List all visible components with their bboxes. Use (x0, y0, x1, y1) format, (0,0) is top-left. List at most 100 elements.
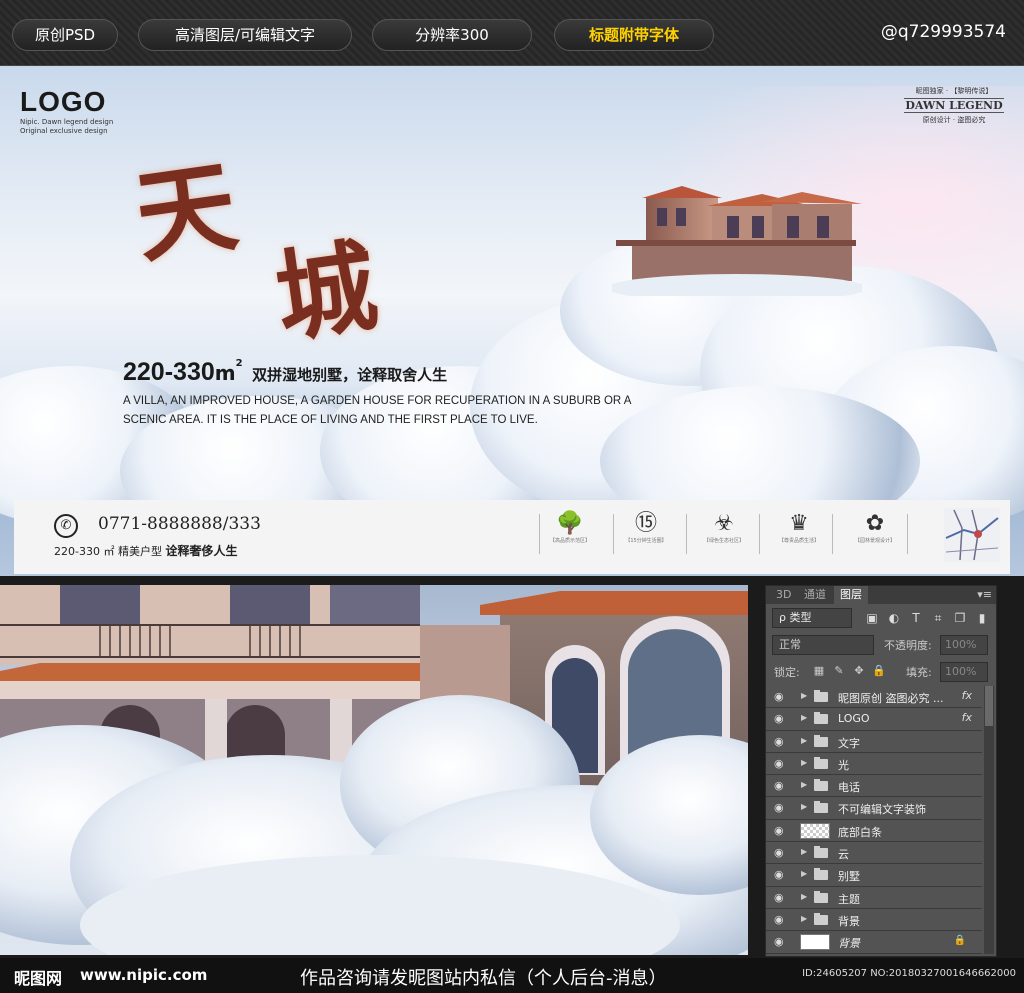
visibility-eye-icon[interactable]: ◉ (774, 801, 784, 814)
blend-mode-select[interactable]: 正常 (772, 635, 874, 655)
scrollbar-thumb[interactable] (985, 686, 993, 726)
opacity-field[interactable]: 100% (940, 635, 988, 655)
expand-arrow-icon[interactable]: ▶ (801, 758, 807, 767)
expand-arrow-icon[interactable]: ▶ (801, 892, 807, 901)
tab-3d[interactable]: 3D (770, 586, 797, 604)
shape-filter-icon[interactable]: ⌗ (930, 610, 946, 626)
visibility-eye-icon[interactable]: ◉ (774, 690, 784, 703)
layer-row[interactable]: ◉ ▶ LOGO fx (766, 708, 982, 731)
expand-arrow-icon[interactable]: ▶ (801, 914, 807, 923)
fill-label: 填充: (906, 666, 932, 679)
lock-all-icon[interactable]: 🔒 (872, 664, 886, 678)
lock-position-icon[interactable]: ✥ (852, 664, 866, 678)
layer-name: 不可编辑文字装饰 (838, 803, 926, 817)
flower-icon: ✿ (865, 511, 885, 536)
feature-item: ⑮ 【15分钟生活圈】 (617, 510, 675, 545)
folder-icon (814, 912, 828, 925)
layer-row[interactable]: ◉ ▶ 文字 (766, 730, 982, 753)
expand-arrow-icon[interactable]: ▶ (801, 847, 807, 856)
tag-hd-layers: 高清图层/可编辑文字 (138, 19, 352, 51)
layer-name: 背景 (838, 937, 860, 951)
layer-name: 底部白条 (838, 825, 882, 839)
feature-caption: 【15分钟生活圈】 (625, 538, 667, 544)
layer-row[interactable]: ◉ ▶ 光 (766, 752, 982, 776)
kind-filter-select[interactable]: ρ 类型 (772, 608, 852, 628)
folder-icon (814, 779, 828, 792)
layer-row[interactable]: ◉ ▶ 电话 (766, 775, 982, 798)
fx-icon[interactable]: fx (962, 689, 972, 702)
feature-item: ☣ 【绿色生态社区】 (695, 510, 753, 545)
type-filter-icon[interactable]: T (908, 610, 924, 626)
divider (613, 514, 614, 554)
smart-object-filter-icon[interactable]: ❐ (952, 610, 968, 626)
divider (907, 514, 908, 554)
folder-icon (814, 712, 828, 725)
layer-row[interactable]: ◉ 背景 🔒 (766, 931, 982, 954)
tree-icon: 🌳 (556, 511, 584, 536)
adjustment-filter-icon[interactable]: ◐ (886, 610, 902, 626)
biohazard-icon: ☣ (714, 511, 734, 536)
visibility-eye-icon[interactable]: ◉ (774, 824, 784, 837)
image-filter-icon[interactable]: ▣ (864, 610, 880, 626)
expand-arrow-icon[interactable]: ▶ (801, 780, 807, 789)
phone-subline: 220-330 ㎡ 精美户型 诠释奢侈人生 (54, 542, 237, 559)
filter-toggle-icon[interactable]: ▮ (974, 610, 990, 626)
layer-row[interactable]: ◉ 底部白条 (766, 819, 982, 843)
feature-item: ✿ 【园林景观设计】 (846, 510, 904, 545)
phone-sub-bold: 诠释奢侈人生 (165, 544, 238, 558)
layer-name: 云 (838, 848, 849, 862)
layer-name: 文字 (838, 736, 860, 750)
expand-arrow-icon[interactable]: ▶ (801, 736, 807, 745)
divider (539, 514, 540, 554)
layer-row[interactable]: ◉ ▶ 背景 (766, 908, 982, 932)
expand-arrow-icon[interactable]: ▶ (801, 802, 807, 811)
layers-scrollbar[interactable] (984, 686, 994, 954)
badge-main: DAWN LEGEND (904, 98, 1004, 113)
expand-arrow-icon[interactable]: ▶ (801, 713, 807, 722)
visibility-eye-icon[interactable]: ◉ (774, 913, 784, 926)
visibility-eye-icon[interactable]: ◉ (774, 891, 784, 904)
layer-name: 电话 (838, 781, 860, 795)
area-description: 双拼湿地别墅，诠释取舍人生 (252, 366, 448, 384)
expand-arrow-icon[interactable]: ▶ (801, 869, 807, 878)
layer-row[interactable]: ◉ ▶ 不可编辑文字装饰 (766, 797, 982, 820)
lock-label: 锁定: (774, 666, 800, 679)
visibility-eye-icon[interactable]: ◉ (774, 757, 784, 770)
lock-transparent-icon[interactable]: ▦ (812, 664, 826, 678)
visibility-eye-icon[interactable]: ◉ (774, 779, 784, 792)
contact-qq: @q729993574 (880, 22, 1006, 42)
nipic-url[interactable]: www.nipic.com (80, 966, 207, 984)
visibility-eye-icon[interactable]: ◉ (774, 846, 784, 859)
opacity-label: 不透明度: (884, 639, 932, 652)
visibility-eye-icon[interactable]: ◉ (774, 935, 784, 948)
tab-channels[interactable]: 通道 (798, 586, 832, 604)
layer-row[interactable]: ◉ ▶ 主题 (766, 886, 982, 909)
visibility-eye-icon[interactable]: ◉ (774, 735, 784, 748)
tag-original-psd: 原创PSD (12, 19, 118, 51)
calligraphy-title: 天 城 (128, 131, 455, 371)
phone-icon: ✆ (54, 514, 78, 538)
expand-arrow-icon[interactable]: ▶ (801, 691, 807, 700)
lock-pixels-icon[interactable]: ✎ (832, 664, 846, 678)
nipic-logo: 昵图网 (14, 969, 63, 988)
feature-caption: 【高品质示范区】 (549, 538, 590, 544)
layer-row[interactable]: ◉ ▶ 别墅 (766, 864, 982, 887)
footer-message: 作品咨询请发昵图站内私信（个人后台-消息） (300, 968, 667, 989)
layer-name: LOGO (838, 712, 870, 726)
divider (759, 514, 760, 554)
english-copy: A VILLA, AN IMPROVED HOUSE, A GARDEN HOU… (123, 395, 631, 426)
fill-field[interactable]: 100% (940, 662, 988, 682)
panel-tabs: 3D 通道 图层 ▾≡ (766, 586, 996, 604)
visibility-eye-icon[interactable]: ◉ (774, 712, 784, 725)
layer-row[interactable]: ◉ ▶ 云 (766, 842, 982, 865)
folder-icon (814, 690, 828, 702)
fx-icon[interactable]: fx (962, 711, 972, 724)
tab-layers[interactable]: 图层 (834, 586, 868, 604)
tag-resolution: 分辨率300 (372, 19, 532, 51)
layer-row[interactable]: ◉ ▶ 昵图原创 盗图必究 ... fx (766, 686, 982, 709)
villa-illustration (612, 186, 862, 296)
footer-bar: 昵图网 www.nipic.com 作品咨询请发昵图站内私信（个人后台-消息） … (0, 958, 1024, 993)
visibility-eye-icon[interactable]: ◉ (774, 868, 784, 881)
layer-thumbnail (800, 934, 830, 951)
panel-menu-icon[interactable]: ▾≡ (977, 586, 992, 604)
